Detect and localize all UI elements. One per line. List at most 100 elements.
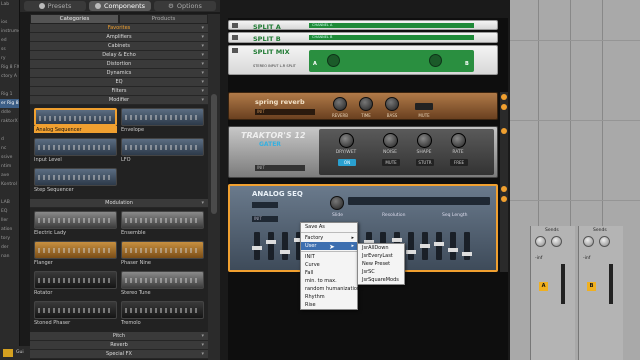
send-knob[interactable] <box>583 236 594 247</box>
send-knob[interactable] <box>535 236 546 247</box>
host-browser-item[interactable]: Rig 1 <box>0 90 19 99</box>
split-a-module[interactable]: SPLIT A CHANNEL A <box>228 20 498 31</box>
host-browser-item[interactable]: ios <box>0 18 19 27</box>
send-knob[interactable] <box>599 236 610 247</box>
category-item[interactable]: Dynamics ▾ <box>30 69 208 78</box>
host-browser-item[interactable]: ntim <box>0 162 19 171</box>
component-tile[interactable]: Rotator <box>34 271 117 299</box>
host-browser-item[interactable]: LAB <box>0 198 19 207</box>
mute-button[interactable] <box>415 103 433 110</box>
step-fader[interactable] <box>448 232 458 260</box>
host-browser-item[interactable]: Rig 8 FX <box>0 63 19 72</box>
host-browser-item[interactable]: Lab <box>0 0 19 9</box>
tab-presets[interactable]: Presets <box>24 1 86 11</box>
gater-mute-button[interactable]: MUTE <box>382 159 400 166</box>
crossfade-a-button[interactable]: A <box>539 282 548 291</box>
module-power-icon[interactable] <box>501 94 507 100</box>
host-browser-item[interactable]: ddle <box>0 108 19 117</box>
host-browser-item[interactable]: ed <box>0 36 19 45</box>
track-color-chip[interactable] <box>3 349 13 357</box>
host-browser-item[interactable] <box>0 9 19 18</box>
category-item[interactable]: Favorites ▾ <box>30 24 208 33</box>
host-browser-item[interactable] <box>0 81 19 90</box>
split-mix-module[interactable]: SPLIT MIX STEREO INPUT L-R SPLIT A B <box>228 45 498 75</box>
component-tile[interactable]: Step Sequencer <box>34 168 117 196</box>
component-tile[interactable]: LFO <box>121 138 204 166</box>
module-power-icon[interactable] <box>501 104 507 110</box>
host-browser-item[interactable]: ation <box>0 225 19 234</box>
menu-item[interactable]: random humanization <box>301 285 360 293</box>
host-browser-item[interactable]: ller <box>0 216 19 225</box>
slide-knob[interactable] <box>330 196 344 210</box>
step-fader[interactable] <box>252 232 262 260</box>
category-item[interactable]: Amplifiers ▾ <box>30 33 208 42</box>
component-tile[interactable]: Flanger <box>34 241 117 269</box>
gater-on-button[interactable]: ON <box>338 159 356 166</box>
category-item[interactable]: Special FX ▾ <box>30 350 208 359</box>
tab-products[interactable]: Products <box>119 14 208 24</box>
component-tile[interactable]: Tremolo <box>121 301 204 329</box>
host-browser-item[interactable]: ss <box>0 45 19 54</box>
time-knob[interactable] <box>359 97 373 111</box>
reverb-preset-select[interactable]: INIT <box>255 109 315 115</box>
component-tile[interactable]: Electric Lady <box>34 211 117 239</box>
tab-categories[interactable]: Categories <box>30 14 119 24</box>
channel-a-bar[interactable]: CHANNEL A <box>309 23 474 28</box>
crossfade-b-button[interactable]: B <box>587 282 596 291</box>
power-led-icon[interactable] <box>232 23 238 28</box>
category-item[interactable]: Cabinets ▾ <box>30 42 208 51</box>
host-browser-item[interactable]: Kontrol <box>0 180 19 189</box>
module-power-icon[interactable] <box>501 196 507 202</box>
step-fader[interactable] <box>280 232 290 260</box>
component-tile[interactable]: Analog Sequencer <box>34 108 117 136</box>
component-tile[interactable]: Ensemble <box>121 211 204 239</box>
menu-item[interactable]: JsrSC <box>358 268 404 276</box>
host-browser-item[interactable]: d <box>0 135 19 144</box>
category-item[interactable]: EQ ▾ <box>30 78 208 87</box>
module-power-icon[interactable] <box>501 128 507 134</box>
host-browser-item[interactable]: ave <box>0 171 19 180</box>
host-browser-item[interactable]: der <box>0 243 19 252</box>
host-browser-item[interactable]: tory <box>0 234 19 243</box>
host-browser-item[interactable]: raktorX FX <box>0 117 19 126</box>
category-item[interactable]: Modifier ▾ <box>30 96 208 105</box>
category-item[interactable]: Distortion ▾ <box>30 60 208 69</box>
menu-item[interactable]: Curve <box>301 261 357 269</box>
module-power-icon[interactable] <box>501 186 507 192</box>
step-fader[interactable] <box>266 232 276 260</box>
host-browser-item[interactable] <box>0 189 19 198</box>
menu-item[interactable]: JsrEveryLast <box>358 252 404 260</box>
traktor-gater-module[interactable]: TRAKTOR'S 12 GATER INIT DRY/WET ON NOISE… <box>228 126 498 178</box>
step-fader[interactable] <box>406 232 416 260</box>
shape-knob[interactable] <box>417 133 432 148</box>
menu-item[interactable]: New Preset <box>358 260 404 268</box>
browser-scrollbar[interactable] <box>208 14 220 360</box>
menu-item[interactable]: JsrSquareMods <box>358 276 404 284</box>
component-tile[interactable]: Input Level <box>34 138 117 166</box>
category-item[interactable]: Filters ▾ <box>30 87 208 96</box>
menu-item[interactable]: INIT <box>301 253 357 261</box>
category-item[interactable]: Reverb ▾ <box>30 341 208 350</box>
free-button[interactable]: FREE <box>450 159 468 166</box>
split-b-module[interactable]: SPLIT B CHANNEL B <box>228 32 498 43</box>
reverb-knob[interactable] <box>333 97 347 111</box>
host-browser-item[interactable]: er Rig 8 M <box>0 99 19 108</box>
tab-options[interactable]: ⚙ Options <box>154 1 216 11</box>
component-tile[interactable]: Envelope <box>121 108 204 136</box>
channel-b-bar[interactable]: CHANNEL B <box>309 35 474 40</box>
host-browser-item[interactable]: nan <box>0 252 19 261</box>
host-browser-item[interactable]: instruments <box>0 27 19 36</box>
menu-item[interactable]: Rise <box>301 301 357 309</box>
menu-item[interactable]: Fall <box>301 269 357 277</box>
host-browser-item[interactable]: nc <box>0 144 19 153</box>
power-led-icon[interactable] <box>232 35 238 40</box>
tab-components[interactable]: Components <box>89 1 151 11</box>
scrollbar-thumb[interactable] <box>211 94 217 214</box>
category-item[interactable]: Delay & Echo ▾ <box>30 51 208 60</box>
stutter-button[interactable]: STUTR <box>416 159 434 166</box>
spring-reverb-module[interactable]: spring reverb INIT REVERB TIME BASS MUTE <box>228 92 498 120</box>
step-fader[interactable] <box>462 232 472 260</box>
component-tile[interactable]: Stereo Tune <box>121 271 204 299</box>
bass-knob[interactable] <box>385 97 399 111</box>
dry-wet-knob[interactable] <box>339 133 354 148</box>
